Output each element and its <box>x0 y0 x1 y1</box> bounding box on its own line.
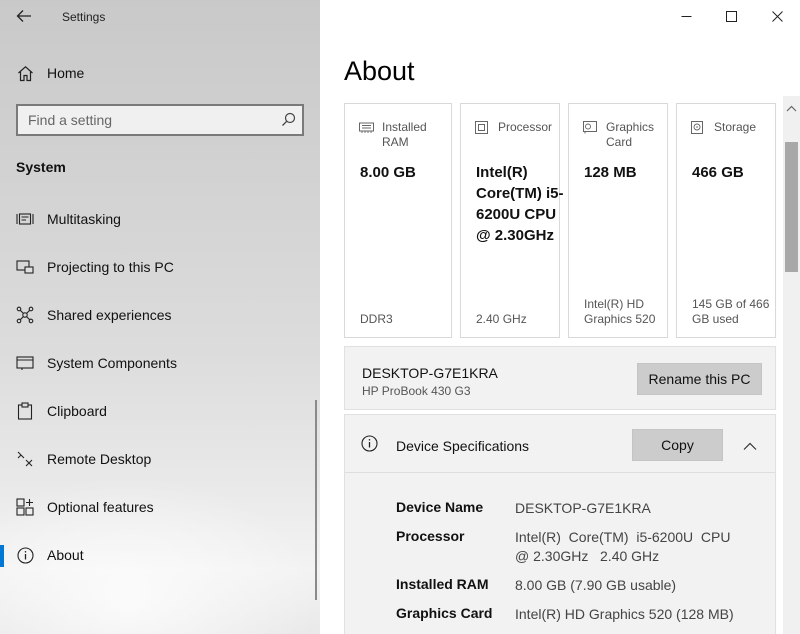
sidebar-scrollbar[interactable] <box>315 400 317 600</box>
scrollbar-thumb[interactable] <box>785 142 798 272</box>
spec-value: 8.00 GB (7.90 GB usable) <box>515 577 677 593</box>
spec-value: Intel(R) HD Graphics 520 (128 MB) <box>515 606 734 622</box>
scroll-up-arrow-icon[interactable] <box>786 99 797 117</box>
pc-model: HP ProBook 430 G3 <box>362 384 471 398</box>
sidebar-item-label: Multitasking <box>47 211 121 227</box>
remote-desktop-icon <box>16 450 34 468</box>
card-title: Graphics Card <box>606 120 655 149</box>
app-title: Settings <box>62 10 106 24</box>
minimize-button[interactable] <box>663 0 709 32</box>
close-icon <box>771 10 783 22</box>
card-title: Storage <box>714 120 757 134</box>
card-installed-ram: Installed RAM 8.00 GB DDR3 <box>344 103 452 338</box>
spec-key: Graphics Card <box>396 605 493 621</box>
card-footer: DDR3 <box>360 312 393 326</box>
maximize-icon <box>725 10 737 22</box>
spec-value: DESKTOP-G7E1KRA <box>515 500 651 516</box>
sidebar-item-label: System Components <box>47 355 177 371</box>
search-icon[interactable] <box>281 112 296 132</box>
info-icon <box>16 546 34 564</box>
sidebar-item-label: Shared experiences <box>47 307 172 323</box>
sidebar-item-projecting[interactable]: Projecting to this PC <box>0 247 320 287</box>
search-input[interactable] <box>18 112 268 128</box>
card-title: Installed RAM <box>382 120 427 149</box>
device-specifications-panel: Device Specifications Copy Device Name D… <box>344 414 776 634</box>
clipboard-icon <box>16 402 34 420</box>
chevron-up-icon[interactable] <box>743 438 757 456</box>
back-arrow-icon <box>16 10 31 22</box>
shared-experiences-icon <box>16 306 34 324</box>
copy-button[interactable]: Copy <box>632 429 723 461</box>
card-graphics: Graphics Card 128 MB Intel(R) HD Graphic… <box>568 103 668 338</box>
multitasking-icon <box>16 210 34 228</box>
search-box[interactable] <box>16 104 304 136</box>
projecting-icon <box>16 258 34 276</box>
card-storage: Storage 466 GB 145 GB of 466 GB used <box>676 103 776 338</box>
graphics-card-icon <box>583 121 597 139</box>
spec-value: Intel(R) Core(TM) i5-6200U CPU @ 2.30GHz… <box>515 529 739 564</box>
processor-icon <box>475 121 488 139</box>
main-scrollbar[interactable] <box>783 96 800 634</box>
sidebar-item-label: Projecting to this PC <box>47 259 174 275</box>
storage-icon <box>691 121 703 139</box>
sidebar-item-label: About <box>47 547 84 563</box>
section-title-system: System <box>16 159 66 175</box>
device-specifications-title: Device Specifications <box>396 438 530 454</box>
card-value: Intel(R) Core(TM) i5-6200U CPU @ 2.30GHz <box>476 164 564 244</box>
sidebar-item-label: Remote Desktop <box>47 451 152 467</box>
close-button[interactable] <box>754 0 800 32</box>
sidebar-item-shared-experiences[interactable]: Shared experiences <box>0 295 320 335</box>
rename-pc-button[interactable]: Rename this PC <box>637 363 762 395</box>
device-specifications-header[interactable]: Device Specifications Copy <box>345 415 775 473</box>
sidebar-item-label: Clipboard <box>47 403 107 419</box>
maximize-button[interactable] <box>708 0 754 32</box>
info-icon <box>361 435 378 457</box>
spec-key: Installed RAM <box>396 576 489 592</box>
card-value: 128 MB <box>584 164 637 181</box>
spec-key: Device Name <box>396 499 484 515</box>
card-footer: Intel(R) HD Graphics 520 <box>584 297 656 326</box>
sidebar-item-remote-desktop[interactable]: Remote Desktop <box>0 439 320 479</box>
card-title: Processor <box>498 120 553 134</box>
pc-name-panel: DESKTOP-G7E1KRA HP ProBook 430 G3 Rename… <box>344 346 776 410</box>
ram-icon <box>359 121 374 139</box>
sidebar-item-system-components[interactable]: System Components <box>0 343 320 383</box>
page-title: About <box>344 56 415 86</box>
card-processor: Processor Intel(R) Core(TM) i5-6200U CPU… <box>460 103 564 338</box>
card-footer: 145 GB of 466 GB used <box>692 297 770 326</box>
sidebar: Settings Home System Multitasking Projec… <box>0 0 320 634</box>
card-footer: 2.40 GHz <box>476 312 527 326</box>
nav-home-label: Home <box>47 65 85 81</box>
card-value: 466 GB <box>692 164 744 181</box>
sidebar-item-about[interactable]: About <box>0 535 320 575</box>
card-value: 8.00 GB <box>360 164 416 181</box>
spec-key: Processor <box>396 528 465 544</box>
system-components-icon <box>16 354 34 372</box>
sidebar-item-clipboard[interactable]: Clipboard <box>0 391 320 431</box>
sidebar-item-optional-features[interactable]: Optional features <box>0 487 320 527</box>
back-button[interactable] <box>10 4 38 28</box>
sidebar-item-multitasking[interactable]: Multitasking <box>0 199 320 239</box>
optional-features-icon <box>16 498 34 516</box>
home-icon <box>16 64 34 82</box>
pc-name: DESKTOP-G7E1KRA <box>362 365 498 381</box>
sidebar-item-label: Optional features <box>47 499 154 515</box>
nav-home[interactable]: Home <box>0 53 320 93</box>
minimize-icon <box>681 15 691 17</box>
